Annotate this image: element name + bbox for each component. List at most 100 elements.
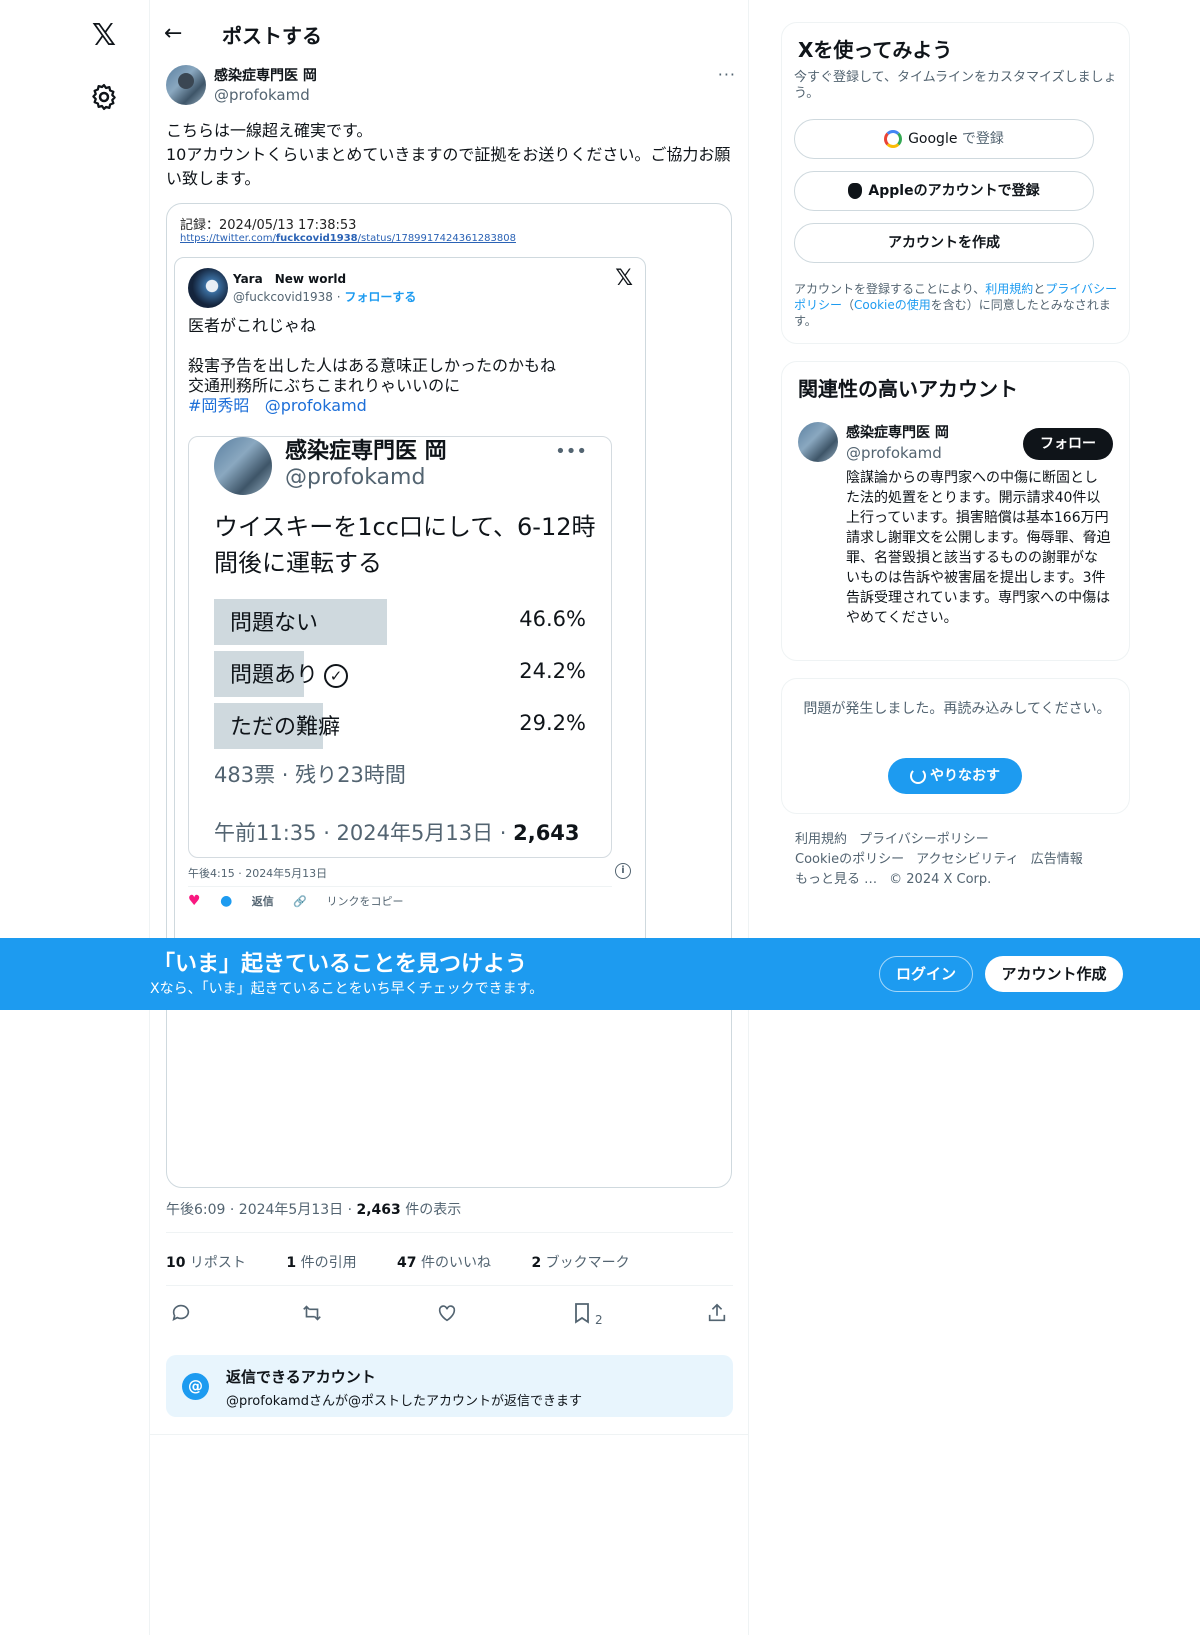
gear-icon[interactable] [89, 82, 119, 112]
embed-mention: @profokamd [264, 396, 367, 415]
stat-bookmarks[interactable]: 2 ブックマーク [531, 1255, 647, 1271]
embed-actions: ♥ ● 返信 🔗 リンクをコピー [188, 893, 435, 909]
post-time[interactable]: 午後6:09 · 2024年5月13日 · [166, 1202, 357, 1218]
avatar[interactable] [798, 422, 838, 462]
login-button[interactable]: ログイン [879, 956, 973, 992]
views-count: 2,463 [356, 1202, 401, 1218]
bookmark-icon [575, 1303, 589, 1324]
retry-button[interactable]: やりなおす [888, 758, 1022, 794]
poll-option-text: 問題あり [230, 663, 319, 688]
signup-title: Xを使ってみよう [798, 38, 953, 62]
embed-avatar [188, 268, 228, 308]
bookmark-count: 2 [595, 1313, 603, 1327]
back-arrow-icon[interactable]: ← [164, 22, 188, 46]
stat-likes[interactable]: 47 件のいいね [397, 1255, 509, 1271]
poll-meta: 483票 · 残り23時間 [214, 763, 406, 787]
embed-line-1: 医者がこれじゃね [188, 316, 317, 335]
apple-signup-button[interactable]: Appleのアカウントで登録 [794, 171, 1094, 211]
signup-button[interactable]: アカウント作成 [985, 956, 1123, 992]
post-media[interactable]: 記録：2024/05/13 17:38:53 https://twitter.c… [166, 203, 732, 1188]
footer-ads[interactable]: 広告情報 [1031, 852, 1083, 867]
signup-subtitle: 今すぐ登録して、タイムラインをカスタマイズしましょう。 [794, 70, 1117, 101]
embed-timestamp: 午後4:15 · 2024年5月13日 [188, 867, 328, 880]
cookie-link[interactable]: Cookieの使用 [854, 298, 931, 312]
avatar[interactable] [166, 65, 206, 105]
reply-icon[interactable] [170, 1302, 192, 1324]
reply-restriction-text: @profokamdさんが@ポストしたアカウントが返信できます [226, 1394, 582, 1409]
footer-privacy[interactable]: プライバシーポリシー [859, 832, 989, 847]
embed-hashtag: #岡秀昭 [188, 396, 250, 415]
poll-option-percent: 24.2% [519, 659, 586, 683]
poll-question: ウイスキーを1cc口にして、6-12時間後に運転する [214, 513, 596, 577]
page-header: ← ポストする [150, 14, 749, 58]
author-name[interactable]: 感染症専門医 岡 [214, 65, 317, 85]
author-handle[interactable]: @profokamd [214, 86, 310, 104]
terms-link[interactable]: 利用規約 [985, 282, 1033, 296]
related-name[interactable]: 感染症専門医 岡 [846, 422, 949, 442]
follow-button[interactable]: フォロー [1023, 428, 1113, 460]
post-author: 感染症専門医 岡 @profokamd ··· [166, 65, 736, 107]
embed-follow-link: フォローする [344, 290, 417, 304]
post-stats: 10 リポスト 1 件の引用 47 件のいいね 2 ブックマーク [166, 1252, 666, 1272]
record-url-prefix: https://twitter.com/ [180, 233, 276, 244]
footer-links: 利用規約 プライバシーポリシー Cookieのポリシー アクセシビリティ 広告情報 も… [795, 830, 1125, 890]
banner-title: 「いま」起きていることを見つけよう [153, 952, 528, 977]
repost-icon[interactable] [301, 1302, 323, 1324]
footer-more[interactable]: もっと見る … [795, 872, 877, 887]
poll-views: 2,643 [513, 821, 580, 845]
x-logo-icon: 𝕏 [615, 266, 633, 291]
share-icon[interactable] [706, 1302, 728, 1324]
poll-option: ただの難癖 29.2% [214, 703, 586, 749]
x-logo-icon[interactable]: 𝕏 [86, 18, 122, 54]
poll-author-handle: @profokamd [285, 465, 426, 490]
error-card: 問題が発生しました。再読み込みしてください。 やりなおす [781, 678, 1130, 814]
poll-avatar [214, 437, 272, 495]
error-message: 問題が発生しました。再読み込みしてください。 [803, 701, 1111, 717]
embed-text: 医者がこれじゃね 殺害予告を出した人はある意味正しかったのかもね 交通刑務所にぶ… [188, 316, 628, 416]
record-timestamp: 記録：2024/05/13 17:38:53 [180, 218, 357, 233]
refresh-icon [910, 768, 926, 784]
views-label: 件の表示 [400, 1202, 462, 1218]
divider [150, 1434, 749, 1435]
stat-quotes[interactable]: 1 件の引用 [286, 1255, 374, 1271]
info-icon: i [615, 863, 631, 879]
divider [188, 886, 612, 887]
embed-author-name: Yara New world [233, 272, 347, 286]
more-icon: ••• [555, 441, 587, 462]
post-actions: 2 [166, 1302, 733, 1332]
poll-time-text: 午前11:35 · 2024年5月13日 · [214, 821, 514, 845]
google-signup-button[interactable]: Google で登録 [794, 119, 1094, 159]
record-url-user: fuckcovid1938 [275, 233, 358, 244]
related-handle[interactable]: @profokamd [846, 444, 942, 462]
footer-terms[interactable]: 利用規約 [795, 832, 847, 847]
footer-accessibility[interactable]: アクセシビリティ [916, 852, 1019, 867]
signup-card: Xを使ってみよう 今すぐ登録して、タイムラインをカスタマイズしましょう。 Goo… [781, 22, 1130, 344]
reply-label: 返信 [251, 895, 274, 908]
at-icon: @ [182, 1373, 209, 1400]
post-timestamp: 午後6:09 · 2024年5月13日 · 2,463 件の表示 [166, 1199, 461, 1219]
poll-option-label: ただの難癖 [230, 715, 341, 740]
embed-author-handle: @fuckcovid1938 · フォローする [233, 288, 416, 305]
bookmark-action[interactable]: 2 [573, 1302, 603, 1329]
poll-author-name: 感染症専門医 岡 [285, 439, 447, 464]
page-title: ポストする [222, 24, 322, 48]
embed-line-2: 殺害予告を出した人はある意味正しかったのかもね [188, 356, 557, 375]
more-icon[interactable]: ··· [718, 65, 736, 84]
footer-cookie[interactable]: Cookieのポリシー [795, 852, 904, 867]
poll-screenshot: 感染症専門医 岡 @profokamd ••• ウイスキーを1cc口にして、6-… [188, 436, 612, 858]
poll-option: 問題あり ✓ 24.2% [214, 651, 586, 697]
stat-reposts[interactable]: 10 リポスト [166, 1255, 264, 1271]
create-account-button[interactable]: アカウントを作成 [794, 223, 1094, 263]
signup-legal: アカウントを登録することにより、利用規約とプライバシーポリシー（Cookieの使… [794, 282, 1118, 328]
heart-icon[interactable] [436, 1302, 458, 1324]
related-accounts-card: 関連性の高いアカウント 感染症専門医 岡 @profokamd フォロー 陰謀論… [781, 361, 1130, 661]
copy-link-action: 🔗 リンクをコピー [293, 895, 419, 908]
reply-restriction-title: 返信できるアカウント [226, 1368, 376, 1386]
left-nav: 𝕏 [0, 0, 150, 1635]
related-title: 関連性の高いアカウント [798, 377, 1018, 401]
related-bio: 陰謀論からの専門家への中傷に断固とした法的処置をとります。開示請求40件以上行っ… [846, 470, 1111, 626]
main-column: ← ポストする 感染症専門医 岡 @profokamd ··· こちらは一線超え… [150, 0, 749, 1635]
post-body: こちらは一線超え確実です。 10アカウントくらいまとめていきますので証拠をお送り… [166, 121, 731, 188]
divider [166, 1285, 733, 1286]
poll-option-label: 問題ない [230, 611, 319, 636]
